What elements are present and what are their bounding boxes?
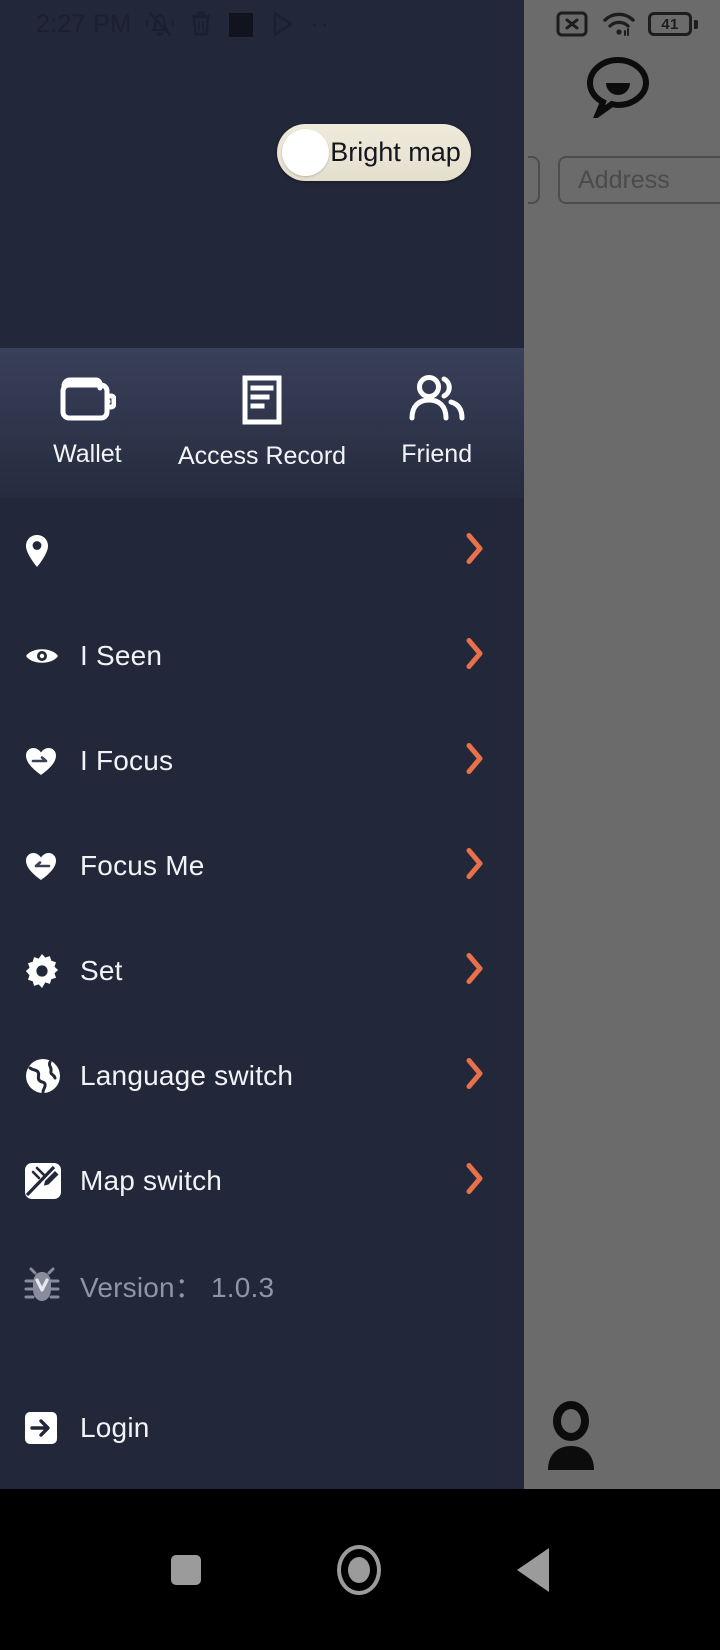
chevron-right-icon — [466, 1162, 484, 1199]
shortcut-label: Access Record — [177, 442, 347, 470]
mobile-screen: 41 Address 2:27 PM ·· Bright map Wallet … — [0, 0, 720, 1650]
menu-item-language-switch[interactable]: Language switch — [0, 1023, 524, 1128]
menu-item-i-seen[interactable]: I Seen — [0, 603, 524, 708]
chevron-right-icon — [466, 637, 484, 674]
chevron-right-icon — [466, 1057, 484, 1094]
partial-field[interactable] — [528, 156, 540, 204]
wifi-icon — [603, 12, 635, 36]
login-label: Login — [80, 1411, 150, 1443]
menu-item-label: Map switch — [80, 1164, 223, 1196]
login-button[interactable]: Login — [0, 1375, 524, 1480]
chevron-right-icon — [466, 532, 484, 569]
menu-item-label: I Seen — [80, 639, 163, 671]
navigation-drawer: 2:27 PM ·· Bright map Wallet Access Reco… — [0, 0, 524, 1489]
gear-icon — [24, 953, 80, 989]
wallet-icon — [60, 377, 117, 421]
eye-icon — [24, 644, 80, 668]
person-icon[interactable] — [540, 1400, 602, 1472]
status-clock: 2:27 PM — [36, 9, 132, 38]
menu-item-focus-me[interactable]: Focus Me — [0, 813, 524, 918]
battery-level: 41 — [661, 15, 679, 33]
home-button[interactable] — [337, 1544, 381, 1595]
menu-item-i-focus[interactable]: I Focus — [0, 708, 524, 813]
shortcut-label: Wallet — [53, 440, 122, 468]
heart-icon — [24, 745, 80, 777]
menu-item-label: Language switch — [80, 1059, 294, 1091]
document-lines-icon — [242, 375, 282, 425]
shortcut-access-record[interactable]: Access Record — [175, 348, 350, 471]
toggle-label: Bright map — [330, 137, 461, 167]
shortcut-friend[interactable]: Friend — [349, 348, 524, 469]
play-store-icon — [274, 11, 293, 37]
chat-bubble-face-icon — [586, 56, 650, 118]
address-input[interactable]: Address — [558, 156, 720, 204]
menu-item-label: Focus Me — [80, 849, 205, 881]
globe-icon — [24, 1057, 80, 1095]
backdrop-status-bar: 41 — [520, 0, 720, 48]
recents-button[interactable] — [171, 1554, 201, 1585]
menu-list: I Seen I Focus Focus Me Set Language swi… — [0, 498, 524, 1338]
chevron-right-icon — [466, 847, 484, 884]
people-icon — [409, 375, 465, 421]
bug-icon — [24, 1267, 80, 1305]
menu-item-map-switch[interactable]: Map switch — [0, 1128, 524, 1233]
shortcut-wallet[interactable]: Wallet — [0, 348, 175, 469]
backdrop-field-row: Address — [528, 156, 720, 204]
chevron-right-icon — [466, 742, 484, 779]
square-icon — [229, 13, 254, 37]
back-button[interactable] — [517, 1547, 549, 1592]
version-label: Version： 1.0.3 — [80, 1271, 275, 1303]
trash-icon — [192, 11, 211, 36]
heart-icon — [24, 850, 80, 882]
location-pin-icon — [24, 533, 80, 569]
menu-item-label: Set — [80, 954, 123, 986]
overflow-dots: ·· — [310, 9, 331, 38]
menu-item-set[interactable]: Set — [0, 918, 524, 1023]
menu-item-label: I Focus — [80, 744, 174, 776]
chevron-right-icon — [466, 952, 484, 989]
menu-item-location[interactable] — [0, 498, 524, 603]
map-edit-icon — [24, 1162, 80, 1200]
bright-map-toggle[interactable]: Bright map — [277, 124, 471, 181]
shortcut-label: Friend — [401, 440, 473, 468]
android-nav-bar — [0, 1489, 720, 1650]
login-arrow-icon — [24, 1411, 80, 1445]
sim-card-x-icon — [556, 11, 588, 37]
menu-item-version: Version： 1.0.3 — [0, 1233, 524, 1338]
shortcut-strip: Wallet Access Record Friend — [0, 348, 524, 498]
bell-mute-icon — [146, 12, 174, 36]
toggle-knob[interactable] — [282, 129, 329, 176]
battery-indicator: 41 — [648, 12, 698, 36]
status-bar: 2:27 PM ·· — [0, 0, 524, 48]
